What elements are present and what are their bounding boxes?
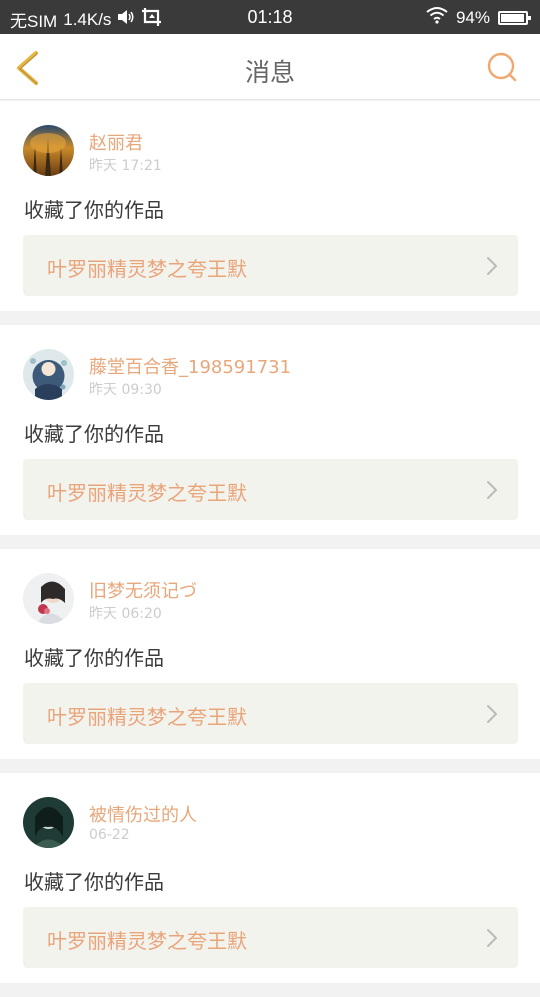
chevron-right-icon: [487, 481, 498, 499]
action-text: 收藏了你的作品: [24, 422, 164, 446]
timestamp: 昨天 17:21: [89, 158, 162, 174]
avatar[interactable]: [23, 573, 74, 624]
work-link[interactable]: 叶罗丽精灵梦之夸王默: [23, 235, 518, 296]
battery-icon: [498, 10, 531, 25]
status-right: 94%: [426, 6, 531, 29]
avatar[interactable]: [23, 797, 74, 848]
work-title: 叶罗丽精灵梦之夸王默: [47, 481, 247, 505]
wifi-icon: [426, 6, 448, 29]
battery-level-fill: [501, 13, 524, 22]
avatar[interactable]: [23, 125, 74, 176]
timestamp: 昨天 09:30: [89, 382, 162, 398]
work-link[interactable]: 叶罗丽精灵梦之夸王默: [23, 907, 518, 968]
chevron-right-icon: [487, 257, 498, 275]
notification-card: 赵丽君 昨天 17:21 收藏了你的作品 叶罗丽精灵梦之夸王默: [0, 101, 540, 311]
search-button[interactable]: [486, 51, 520, 85]
notification-card: 藤堂百合香_198591731 昨天 09:30 收藏了你的作品 叶罗丽精灵梦之…: [0, 325, 540, 535]
work-title: 叶罗丽精灵梦之夸王默: [47, 705, 247, 729]
status-bar: 无SIM 1.4K/s 01:18 94%: [0, 0, 540, 34]
action-text: 收藏了你的作品: [24, 198, 164, 222]
notification-card: 旧梦无须记づ 昨天 06:20 收藏了你的作品 叶罗丽精灵梦之夸王默: [0, 549, 540, 759]
app-header: 消息: [0, 34, 540, 100]
page-title: 消息: [244, 58, 295, 87]
timestamp: 昨天 06:20: [89, 606, 162, 622]
avatar[interactable]: [23, 349, 74, 400]
work-title: 叶罗丽精灵梦之夸王默: [47, 929, 247, 953]
battery-percent: 94%: [455, 7, 490, 27]
work-link[interactable]: 叶罗丽精灵梦之夸王默: [23, 459, 518, 520]
chevron-right-icon: [487, 929, 498, 947]
action-text: 收藏了你的作品: [24, 646, 164, 670]
work-title: 叶罗丽精灵梦之夸王默: [47, 257, 247, 281]
chevron-right-icon: [487, 705, 498, 723]
action-text: 收藏了你的作品: [24, 870, 164, 894]
notification-card: 被情伤过的人 06-22 收藏了你的作品 叶罗丽精灵梦之夸王默: [0, 773, 540, 983]
username[interactable]: 赵丽君: [89, 129, 143, 155]
username[interactable]: 被情伤过的人: [89, 801, 197, 827]
username[interactable]: 旧梦无须记づ: [89, 577, 197, 603]
username[interactable]: 藤堂百合香_198591731: [89, 353, 291, 379]
notification-list: 赵丽君 昨天 17:21 收藏了你的作品 叶罗丽精灵梦之夸王默 藤堂百合香_19…: [0, 101, 540, 997]
search-icon: [487, 52, 517, 82]
timestamp: 06-22: [89, 827, 130, 843]
work-link[interactable]: 叶罗丽精灵梦之夸王默: [23, 683, 518, 744]
